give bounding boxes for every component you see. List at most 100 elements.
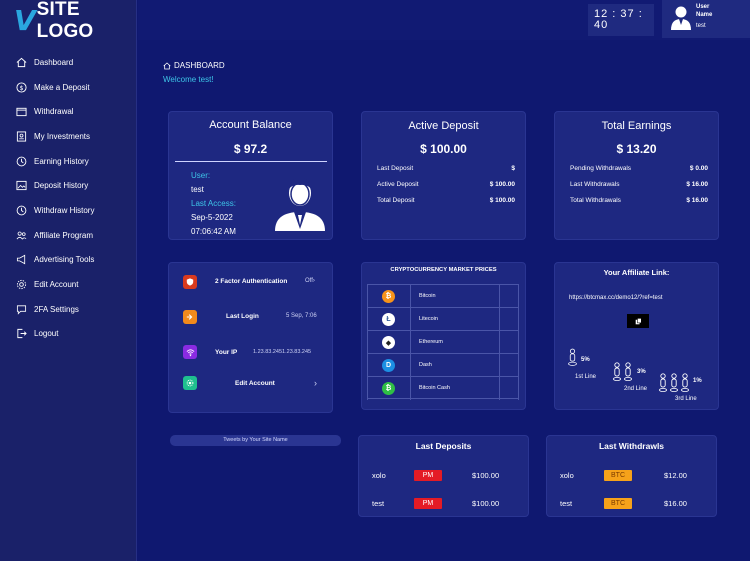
sidebar-item-withdrawal[interactable]: Withdrawal xyxy=(0,99,137,124)
table-row: D Dash xyxy=(367,353,519,376)
edit-account-label[interactable]: Edit Account xyxy=(235,380,275,387)
wifi-icon xyxy=(183,345,197,359)
sidebar-item-dashboard[interactable]: Dashboard xyxy=(0,50,137,75)
user-avatar-icon xyxy=(275,178,325,231)
avatar xyxy=(671,6,691,30)
sidebar-item-label: Withdraw History xyxy=(34,205,95,215)
active-deposit-value: $ 100.00 xyxy=(489,181,515,188)
table-row: test BTC $16.00 xyxy=(547,498,716,510)
last-access-date: Sep-5-2022 xyxy=(191,213,233,222)
people-group-icon xyxy=(659,373,689,392)
home-icon xyxy=(16,57,27,68)
payment-method-badge: PM xyxy=(414,498,442,509)
active-deposit-amount: $ 100.00 xyxy=(420,142,467,156)
sidebar-item-2fa-settings[interactable]: 2FA Settings xyxy=(0,297,137,322)
card-title: Last Withdrawls xyxy=(598,441,665,451)
investment-icon xyxy=(16,131,27,142)
affiliate-title: Your Affiliate Link: xyxy=(603,268,670,277)
home-icon xyxy=(163,61,171,69)
account-balance-amount: $ 97.2 xyxy=(233,142,268,156)
dash-icon: D xyxy=(382,359,395,372)
last-deposits-card: Last Deposits xolo PM $100.00 test PM $1… xyxy=(358,435,529,517)
tweets-link[interactable]: Tweets by Your Site Name xyxy=(170,435,341,446)
crypto-table: ₿ Bitcoin Ł Litecoin ◆ Ethereum D Dash ₿… xyxy=(367,284,519,400)
sidebar-nav: Dashboard $ Make a Deposit Withdrawal My… xyxy=(0,50,137,346)
sidebar-item-label: Make a Deposit xyxy=(34,82,90,92)
username: test xyxy=(696,23,706,29)
active-deposit-label: Active Deposit xyxy=(377,181,419,188)
security-card: 2 Factor Authentication Off› Last Login … xyxy=(168,262,333,413)
total-earnings-card: Total Earnings $ 13.20 Pending Withdrawa… xyxy=(554,111,719,240)
level-2-percent: 3% xyxy=(637,369,646,375)
sidebar-item-my-investments[interactable]: My Investments xyxy=(0,124,137,149)
user-menu[interactable]: User Name test xyxy=(662,0,750,38)
last-withdrawals-label: Last Withdrawals xyxy=(570,181,620,188)
people-icon xyxy=(613,362,632,381)
image-icon xyxy=(16,180,27,191)
deposit-amount: $100.00 xyxy=(472,471,500,480)
last-withdrawals-card: Last Withdrawls xolo BTC $12.00 test BTC… xyxy=(546,435,717,517)
affiliate-link[interactable]: https://btcmax.cc/demo12/?ref=test xyxy=(569,295,663,301)
withdrawal-amount: $12.00 xyxy=(664,471,687,480)
sidebar-item-deposit-history[interactable]: Deposit History xyxy=(0,173,137,198)
active-deposit-card: Active Deposit $ 100.00 Last Deposit $ A… xyxy=(361,111,526,240)
total-earnings-amount: $ 13.20 xyxy=(616,142,657,156)
breadcrumb-label[interactable]: DASHBOARD xyxy=(174,61,225,70)
total-deposit-value: $ 100.00 xyxy=(489,197,515,204)
site-logo[interactable]: V SITE LOGO xyxy=(14,0,136,42)
sidebar-item-label: Edit Account xyxy=(34,280,79,290)
sidebar-item-label: My Investments xyxy=(34,131,91,141)
wallet-icon xyxy=(16,106,27,117)
table-row: ₿ Bitcoin xyxy=(367,284,519,307)
last-deposit-label: Last Deposit xyxy=(377,165,414,172)
level-1-label: 1st Line xyxy=(575,374,597,380)
coin-name: Dash xyxy=(419,362,432,368)
total-withdrawals-label: Total Withdrawals xyxy=(570,197,621,204)
card-title: Account Balance xyxy=(209,119,292,131)
payment-method-badge: BTC xyxy=(604,498,632,509)
sidebar-item-affiliate-program[interactable]: Affiliate Program xyxy=(0,223,137,248)
total-withdrawals-value: $ 16.00 xyxy=(686,197,708,204)
account-balance-card: Account Balance $ 97.2 User: test Last A… xyxy=(168,111,333,240)
total-deposit-label: Total Deposit xyxy=(377,197,415,204)
pending-withdrawals-label: Pending Withdrawals xyxy=(570,165,632,172)
last-login-label: Last Login xyxy=(226,313,259,320)
sidebar-item-logout[interactable]: Logout xyxy=(0,322,137,347)
table-row: Ł Litecoin xyxy=(367,307,519,330)
card-title: Active Deposit xyxy=(408,120,479,132)
last-access-time: 07:06:42 AM xyxy=(191,227,236,236)
dollar-icon: $ xyxy=(16,81,27,93)
level-3-percent: 1% xyxy=(693,378,702,384)
table-row: test PM $100.00 xyxy=(359,498,528,510)
payment-method-badge: BTC xyxy=(604,470,632,481)
card-title: Last Deposits xyxy=(415,441,472,451)
2fa-status[interactable]: Off› xyxy=(305,278,315,284)
sidebar-item-label: Affiliate Program xyxy=(34,230,93,240)
copy-button[interactable] xyxy=(627,314,649,328)
welcome-message: Welcome test! xyxy=(163,75,214,84)
coin-name: Ethereum xyxy=(419,339,443,345)
ethereum-icon: ◆ xyxy=(382,336,395,349)
sidebar-item-advertising-tools[interactable]: Advertising Tools xyxy=(0,248,137,273)
table-row: ◆ Ethereum xyxy=(367,330,519,353)
user-label: User Name xyxy=(696,4,713,18)
sidebar-item-label: 2FA Settings xyxy=(34,304,79,314)
clock: 12 : 37 : 40 xyxy=(588,4,654,36)
chevron-right-icon[interactable]: › xyxy=(314,378,317,388)
history-icon xyxy=(16,156,27,167)
users-icon xyxy=(16,230,27,241)
withdrawal-amount: $16.00 xyxy=(664,499,687,508)
sidebar-item-withdraw-history[interactable]: Withdraw History xyxy=(0,198,137,223)
sidebar-item-earning-history[interactable]: Earning History xyxy=(0,149,137,174)
sidebar-item-edit-account[interactable]: Edit Account xyxy=(0,272,137,297)
deposit-amount: $100.00 xyxy=(472,499,500,508)
bitcoin-icon: ₿ xyxy=(382,290,395,303)
deposit-user: test xyxy=(372,499,385,508)
svg-text:$: $ xyxy=(19,83,23,91)
table-row: xolo BTC $12.00 xyxy=(547,470,716,482)
sidebar-item-make-deposit[interactable]: $ Make a Deposit xyxy=(0,75,137,100)
2fa-label[interactable]: 2 Factor Authentication xyxy=(215,278,287,285)
sidebar-item-label: Logout xyxy=(34,329,59,339)
history-icon xyxy=(16,205,27,216)
sidebar-item-label: Dashboard xyxy=(34,57,74,67)
